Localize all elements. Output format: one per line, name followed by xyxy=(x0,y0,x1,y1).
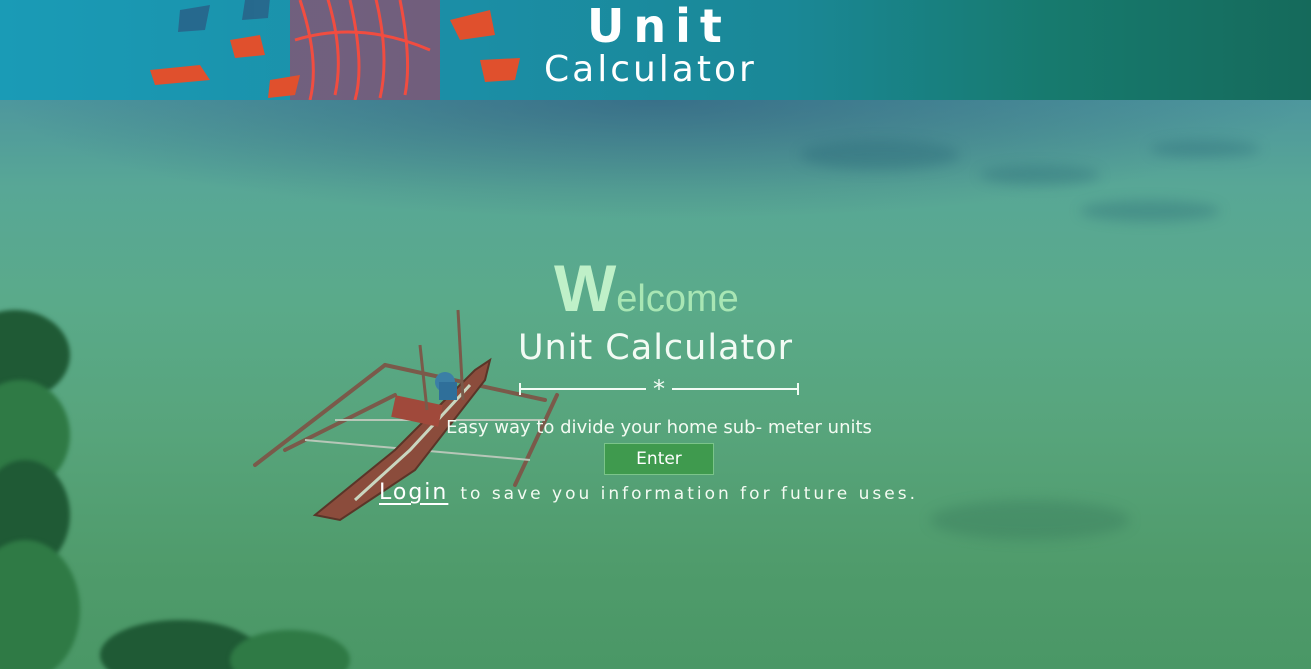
tree-foliage xyxy=(0,540,80,669)
hero-subtitle: Unit Calculator xyxy=(517,328,794,368)
water-shade xyxy=(1080,200,1220,222)
header-banner: Unit Calculator xyxy=(0,0,1311,100)
divider-symbol: * xyxy=(653,378,665,400)
water-shade xyxy=(800,140,960,170)
login-suffix-text: to save you information for future uses. xyxy=(460,484,918,504)
login-link[interactable]: Login xyxy=(379,480,448,505)
landing-page: Unit Calculator Welcome Unit Calculator … xyxy=(0,0,1311,669)
ornament-divider: * xyxy=(519,378,799,400)
app-title-line2: Calculator xyxy=(544,49,757,90)
app-title-line1: Unit xyxy=(587,0,731,53)
welcome-initial: W xyxy=(554,251,617,325)
welcome-rest: elcome xyxy=(616,278,739,320)
header-artwork xyxy=(150,0,520,100)
login-prompt: Login to save you information for future … xyxy=(379,480,918,505)
water-shade xyxy=(980,165,1100,185)
water-shade xyxy=(1150,140,1260,158)
enter-button[interactable]: Enter xyxy=(604,443,714,475)
welcome-heading: Welcome xyxy=(554,252,774,324)
water-shade xyxy=(930,500,1130,540)
tagline-text: Easy way to divide your home sub- meter … xyxy=(446,417,872,438)
